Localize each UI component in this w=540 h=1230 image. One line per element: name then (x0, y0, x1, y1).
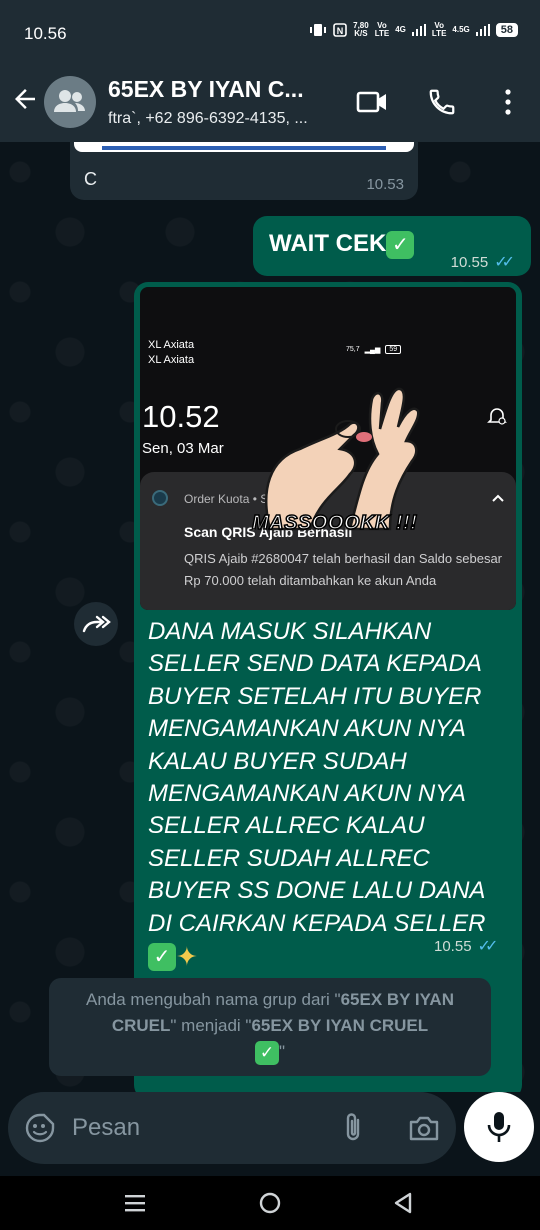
nav-menu-icon[interactable] (120, 1188, 150, 1218)
forward-icon[interactable] (74, 602, 118, 646)
net-speed: 7,80 K/S (353, 21, 369, 38)
message-input-bar[interactable]: Pesan (8, 1092, 456, 1164)
chat-participants[interactable]: ftra`, +62 896-6392-4135, ... (108, 110, 308, 128)
camera-icon[interactable] (406, 1110, 442, 1146)
sparkles-emoji-icon: ✦ (176, 941, 198, 972)
message-meta: 10.55 ✓✓ (434, 936, 499, 956)
volte-1: Vo LTE (374, 21, 390, 38)
status-bar: 10.56 N 7,80 K/S Vo LTE 4G Vo LTE 4.5G 58 (0, 0, 540, 66)
signal-1-icon (411, 24, 426, 36)
sticker-icon[interactable] (22, 1110, 58, 1146)
status-icons: N 7,80 K/S Vo LTE 4G Vo LTE 4.5G 58 (309, 22, 518, 38)
message-time: 10.53 (366, 176, 404, 193)
message-time: 10.55 (450, 253, 489, 271)
attach-icon[interactable] (336, 1110, 372, 1146)
status-time: 10.56 (24, 24, 67, 43)
volte-2: Vo LTE (431, 21, 447, 38)
vibrate-icon (310, 24, 327, 36)
system-nav-bar (0, 1176, 540, 1230)
ss-lock-date: Sen, 03 Mar (142, 440, 224, 457)
nav-back-icon[interactable] (388, 1188, 418, 1218)
system-message: Anda mengubah nama grup dari " 65EX BY IY… (49, 978, 491, 1076)
ss-carrier-2: XL Axiata (148, 354, 195, 366)
message-text: WAIT CEK ✓ (269, 230, 415, 259)
nav-home-icon[interactable] (255, 1188, 285, 1218)
system-text-middle: " menjadi " (170, 1016, 252, 1035)
check-emoji-icon: ✓ (254, 1040, 279, 1065)
ss-battery: 59 (385, 345, 402, 354)
quoted-preview (74, 142, 414, 152)
net-type-1: 4G (395, 25, 406, 34)
net-type-2: 4.5G (452, 25, 470, 34)
back-arrow-icon[interactable] (10, 84, 40, 114)
system-new-name: 65EX BY IYAN CRUEL (251, 1016, 429, 1035)
check-emoji-icon: ✓ (148, 942, 176, 971)
video-call-icon[interactable] (354, 84, 390, 120)
chevron-up-icon (492, 494, 504, 502)
chat-area[interactable]: C 10.53 WAIT CEK ✓ 10.55 ✓✓ XL Axiata XL … (0, 142, 540, 1092)
nfc-icon: N (333, 23, 347, 37)
check-emoji-icon: ✓ (386, 230, 415, 259)
incoming-message[interactable]: C 10.53 (70, 142, 418, 200)
message-meta: 10.55 ✓✓ (450, 252, 515, 272)
ss-net-speed: 75,7 (346, 346, 360, 353)
ss-signal-icon: ▂▄▆ (364, 346, 381, 354)
notif-body: QRIS Ajaib #2680047 telah berhasil dan S… (184, 551, 502, 588)
ss-carrier-1: XL Axiata (148, 339, 195, 351)
screenshot-image[interactable]: XL Axiata XL Axiata 75,7 ▂▄▆ 59 10.52 Se… (140, 287, 516, 610)
group-avatar-icon[interactable] (44, 76, 96, 128)
read-ticks-icon: ✓✓ (477, 938, 499, 955)
ss-status-icons: 75,7 ▂▄▆ 59 (346, 345, 402, 354)
battery-icon: 58 (495, 23, 518, 37)
mic-icon[interactable] (464, 1092, 534, 1162)
message-text: C (84, 169, 97, 189)
read-ticks-icon: ✓✓ (494, 254, 515, 271)
message-text: DANA MASUK SILAHKAN SELLER SEND DATA KEP… (148, 618, 486, 972)
more-icon[interactable] (490, 84, 526, 120)
sticker-caption: MASSOOOKK !!! (251, 511, 418, 535)
system-text-suffix: " (278, 1042, 286, 1061)
system-text-prefix: Anda mengubah nama grup dari " (86, 990, 341, 1009)
app-icon (152, 490, 168, 506)
phone-icon[interactable] (424, 84, 460, 120)
bell-icon (487, 408, 507, 425)
svg-text:N: N (337, 26, 344, 36)
preview-bar (102, 146, 386, 150)
message-time: 10.55 (434, 937, 472, 955)
chat-title[interactable]: 65EX BY IYAN C... (108, 76, 304, 103)
message-input[interactable]: Pesan (72, 1114, 140, 1142)
outgoing-message[interactable]: WAIT CEK ✓ 10.55 ✓✓ (253, 216, 531, 276)
signal-2-icon (475, 24, 490, 36)
ss-lock-time: 10.52 (142, 399, 220, 434)
chat-header: 65EX BY IYAN C... ftra`, +62 896-6392-41… (0, 66, 540, 142)
